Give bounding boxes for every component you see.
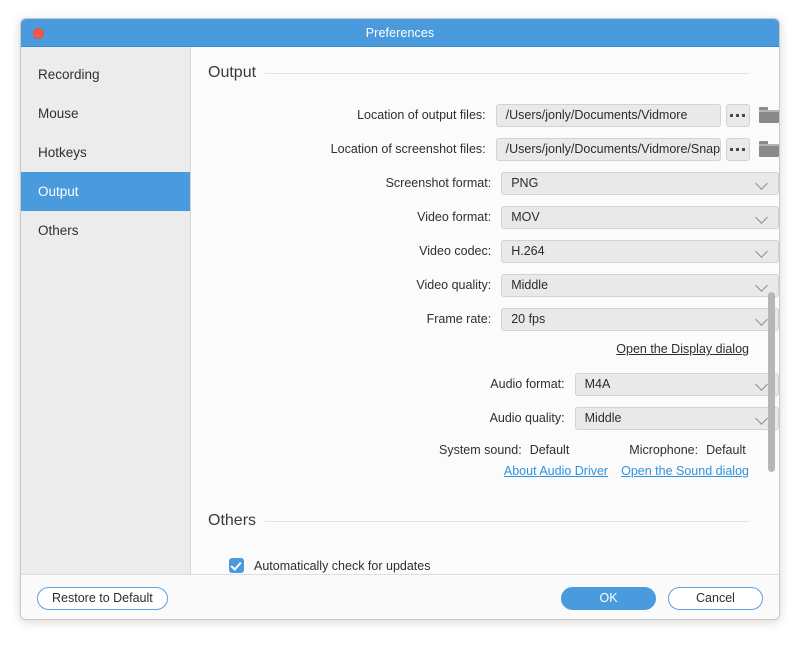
others-section-header: Others [191, 512, 779, 530]
system-sound-value: Default [530, 443, 570, 457]
system-sound-label: System sound: [439, 443, 522, 457]
ok-button[interactable]: OK [561, 587, 656, 610]
output-location-row: Location of output files: /Users/jonly/D… [191, 103, 779, 127]
frame-rate-select[interactable]: 20 fps [501, 308, 779, 331]
cancel-button[interactable]: Cancel [668, 587, 763, 610]
settings-content: Output Location of output files: /Users/… [191, 47, 779, 574]
window-title: Preferences [366, 26, 435, 40]
screenshot-format-row: Screenshot format: PNG [191, 171, 779, 195]
audio-device-info-row: System sound: Default Microphone: Defaul… [191, 443, 779, 457]
section-divider [265, 73, 749, 74]
screenshot-location-row: Location of screenshot files: /Users/jon… [191, 137, 779, 161]
video-codec-value: H.264 [511, 244, 544, 258]
auto-update-label: Automatically check for updates [254, 559, 430, 573]
close-icon[interactable] [33, 28, 44, 39]
sidebar-item-others[interactable]: Others [21, 211, 190, 250]
video-format-value: MOV [511, 210, 539, 224]
microphone-label: Microphone: [629, 443, 698, 457]
audio-quality-value: Middle [585, 411, 622, 425]
screenshot-format-label: Screenshot format: [191, 176, 501, 190]
screenshot-location-input[interactable]: /Users/jonly/Documents/Vidmore/Snapshot [496, 138, 721, 161]
about-audio-driver-link[interactable]: About Audio Driver [504, 464, 608, 478]
auto-update-checkbox[interactable] [229, 558, 244, 573]
vertical-scrollbar[interactable] [767, 47, 776, 574]
audio-format-select[interactable]: M4A [575, 373, 779, 396]
display-dialog-link-row: Open the Display dialog [191, 342, 779, 356]
open-display-dialog-link[interactable]: Open the Display dialog [616, 342, 749, 356]
auto-update-row: Automatically check for updates [191, 558, 779, 573]
others-section-title: Others [208, 512, 256, 530]
screenshot-format-select[interactable]: PNG [501, 172, 779, 195]
sidebar-item-label: Recording [38, 67, 100, 82]
settings-scroll-area: Output Location of output files: /Users/… [191, 47, 779, 574]
sidebar-item-hotkeys[interactable]: Hotkeys [21, 133, 190, 172]
preferences-window: Preferences Recording Mouse Hotkeys Outp… [20, 18, 780, 620]
sidebar-item-output[interactable]: Output [21, 172, 190, 211]
output-section-title: Output [208, 64, 256, 82]
video-format-select[interactable]: MOV [501, 206, 779, 229]
screenshot-format-value: PNG [511, 176, 538, 190]
title-bar: Preferences [21, 19, 779, 47]
output-section-header: Output [191, 64, 779, 82]
video-codec-select[interactable]: H.264 [501, 240, 779, 263]
sidebar: Recording Mouse Hotkeys Output Others [21, 47, 191, 574]
output-location-label: Location of output files: [191, 108, 496, 122]
window-body: Recording Mouse Hotkeys Output Others Ou… [21, 47, 779, 574]
audio-format-value: M4A [585, 377, 611, 391]
screenshot-location-browse-button[interactable] [726, 138, 750, 161]
sidebar-item-label: Mouse [38, 106, 79, 121]
video-quality-select[interactable]: Middle [501, 274, 779, 297]
frame-rate-label: Frame rate: [191, 312, 501, 326]
microphone-value: Default [706, 443, 746, 457]
frame-rate-row: Frame rate: 20 fps [191, 307, 779, 331]
video-quality-row: Video quality: Middle [191, 273, 779, 297]
video-quality-label: Video quality: [191, 278, 501, 292]
video-format-label: Video format: [191, 210, 501, 224]
video-quality-value: Middle [511, 278, 548, 292]
dialog-footer: Restore to Default OK Cancel [21, 574, 779, 620]
output-location-browse-button[interactable] [726, 104, 750, 127]
section-divider [265, 521, 749, 522]
audio-quality-row: Audio quality: Middle [191, 406, 779, 430]
output-location-input[interactable]: /Users/jonly/Documents/Vidmore [496, 104, 721, 127]
screenshot-location-label: Location of screenshot files: [191, 142, 496, 156]
sidebar-item-label: Output [38, 184, 79, 199]
scrollbar-thumb[interactable] [768, 292, 775, 472]
audio-format-label: Audio format: [191, 377, 575, 391]
restore-to-default-button[interactable]: Restore to Default [37, 587, 168, 610]
frame-rate-value: 20 fps [511, 312, 545, 326]
audio-links-row: About Audio Driver Open the Sound dialog [191, 464, 779, 478]
audio-format-row: Audio format: M4A [191, 372, 779, 396]
sidebar-item-recording[interactable]: Recording [21, 55, 190, 94]
sidebar-item-label: Hotkeys [38, 145, 87, 160]
sidebar-item-label: Others [38, 223, 79, 238]
video-codec-label: Video codec: [191, 244, 501, 258]
video-format-row: Video format: MOV [191, 205, 779, 229]
sidebar-item-mouse[interactable]: Mouse [21, 94, 190, 133]
open-sound-dialog-link[interactable]: Open the Sound dialog [621, 464, 749, 478]
audio-quality-label: Audio quality: [191, 411, 575, 425]
video-codec-row: Video codec: H.264 [191, 239, 779, 263]
audio-quality-select[interactable]: Middle [575, 407, 779, 430]
